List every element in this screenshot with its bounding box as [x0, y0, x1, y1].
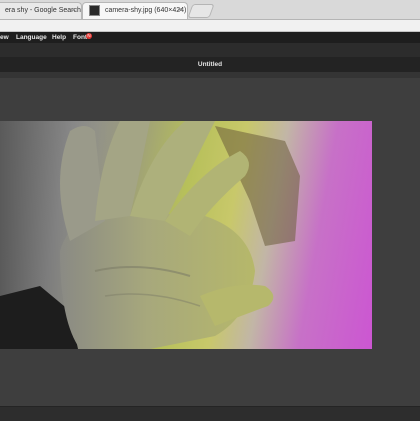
menu-help[interactable]: Help: [52, 32, 66, 43]
app-menubar: ew Language Help Font N: [0, 32, 420, 43]
tab-label: era shy - Google Search: [5, 7, 81, 14]
menu-view[interactable]: ew: [0, 32, 9, 43]
hand-photo: [0, 121, 300, 349]
image-thumbnail-icon: [89, 4, 100, 16]
status-bar: [0, 406, 420, 421]
browser-tab-strip: era shy - Google Search × camera-shy.jpg…: [0, 0, 420, 20]
menu-language[interactable]: Language: [16, 32, 47, 43]
close-icon[interactable]: ×: [178, 3, 182, 19]
tab-label: camera-shy.jpg (640×424): [104, 7, 187, 14]
tab-google-search[interactable]: era shy - Google Search ×: [0, 2, 82, 19]
notification-badge: N: [86, 33, 92, 39]
tab-camera-shy-image[interactable]: camera-shy.jpg (640×424) ×: [82, 2, 188, 19]
new-tab-button[interactable]: [187, 4, 215, 18]
toolbar-area: [0, 43, 420, 57]
canvas-image[interactable]: [0, 121, 372, 349]
document-title: Untitled: [0, 57, 420, 72]
address-bar-area: [0, 20, 420, 32]
close-icon[interactable]: ×: [72, 3, 76, 19]
menu-font[interactable]: Font: [73, 32, 87, 43]
